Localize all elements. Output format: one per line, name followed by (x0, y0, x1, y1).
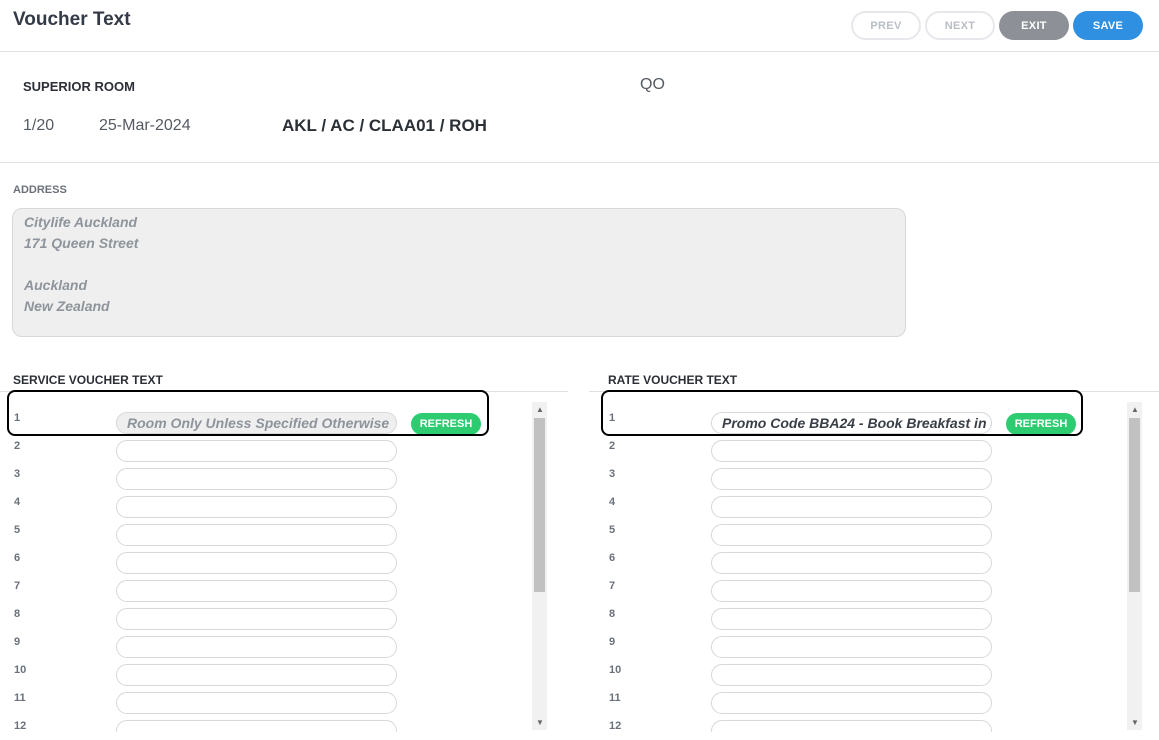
address-label: ADDRESS (13, 184, 67, 196)
row-number: 1 (609, 412, 616, 424)
refresh-button[interactable]: REFRESH (411, 413, 481, 435)
row-number: 4 (609, 496, 616, 508)
rate-voucher-label: RATE VOUCHER TEXT (608, 373, 738, 387)
service-scrollbar[interactable]: ▲ ▼ (532, 402, 547, 730)
address-field: Citylife Auckland 171 Queen Street Auckl… (12, 208, 906, 337)
voucher-text-input[interactable] (711, 636, 992, 658)
room-code: QO (640, 76, 665, 93)
row-number: 3 (14, 468, 21, 480)
row-number: 10 (14, 664, 27, 676)
next-button[interactable]: NEXT (925, 11, 995, 40)
scroll-thumb[interactable] (534, 418, 545, 592)
service-voucher-list: 1 Room Only Unless Specified Otherwise REF… (13, 402, 533, 732)
voucher-text-input[interactable] (711, 608, 992, 630)
prev-button[interactable]: PREV (851, 11, 921, 40)
scroll-thumb[interactable] (1129, 418, 1140, 592)
voucher-text-input[interactable] (116, 468, 397, 490)
row-number: 7 (14, 580, 21, 592)
product-info: SUPERIOR ROOM QO 1/20 25-Mar-2024 AKL / … (0, 52, 1159, 163)
row-number: 11 (14, 692, 26, 704)
exit-button[interactable]: EXIT (999, 11, 1069, 40)
page-title: Voucher Text (13, 9, 131, 30)
voucher-text-input[interactable] (711, 692, 992, 714)
save-button[interactable]: SAVE (1073, 11, 1143, 40)
voucher-text-input[interactable] (711, 468, 992, 490)
address-line: 171 Queen Street (24, 235, 139, 251)
voucher-text-input[interactable] (116, 692, 397, 714)
row-number: 3 (609, 468, 616, 480)
voucher-text-input[interactable] (711, 496, 992, 518)
row-number: 2 (14, 440, 21, 452)
row-number: 6 (609, 552, 616, 564)
row-number: 9 (14, 636, 21, 648)
product-path: AKL / AC / CLAA01 / ROH (282, 116, 487, 135)
scroll-up-icon[interactable]: ▲ (1131, 406, 1139, 414)
voucher-text-input[interactable] (711, 524, 992, 546)
address-line: New Zealand (24, 298, 110, 314)
voucher-text-input[interactable] (116, 496, 397, 518)
voucher-text-input[interactable] (116, 720, 397, 732)
divider (589, 391, 1159, 392)
voucher-text-input[interactable] (711, 552, 992, 574)
row-number: 1 (14, 412, 21, 424)
voucher-text-input[interactable] (116, 636, 397, 658)
voucher-text-input[interactable] (711, 664, 992, 686)
row-number: 5 (14, 524, 21, 536)
scroll-down-icon[interactable]: ▼ (536, 719, 544, 727)
header-bar: Voucher Text PREV NEXT EXIT SAVE (0, 0, 1159, 52)
voucher-text-input[interactable] (116, 552, 397, 574)
room-name: SUPERIOR ROOM (23, 79, 135, 94)
voucher-text-input[interactable]: Promo Code BBA24 - Book Breakfast in adv… (711, 412, 992, 434)
service-voucher-label: SERVICE VOUCHER TEXT (13, 373, 163, 387)
voucher-text-input[interactable] (116, 580, 397, 602)
row-number: 11 (609, 692, 621, 704)
voucher-text-input[interactable] (711, 720, 992, 732)
row-number: 9 (609, 636, 616, 648)
voucher-text-input[interactable] (711, 440, 992, 462)
record-position: 1/20 (23, 117, 55, 134)
row-number: 8 (609, 608, 616, 620)
row-number: 4 (14, 496, 21, 508)
voucher-text-input[interactable] (116, 664, 397, 686)
refresh-button[interactable]: REFRESH (1006, 413, 1076, 435)
rate-scrollbar[interactable]: ▲ ▼ (1127, 402, 1142, 730)
row-number: 5 (609, 524, 616, 536)
voucher-text-input[interactable] (116, 524, 397, 546)
row-number: 12 (14, 720, 27, 732)
row-number: 12 (609, 720, 622, 732)
service-date: 25-Mar-2024 (99, 117, 191, 134)
row-number: 6 (14, 552, 21, 564)
divider (0, 391, 568, 392)
scroll-down-icon[interactable]: ▼ (1131, 719, 1139, 727)
row-number: 2 (609, 440, 616, 452)
voucher-text-input[interactable] (711, 580, 992, 602)
voucher-text-input[interactable] (116, 608, 397, 630)
rate-voucher-list: 1 Promo Code BBA24 - Book Breakfast in ad… (608, 402, 1128, 732)
row-number: 7 (609, 580, 616, 592)
address-line: Auckland (24, 277, 88, 293)
row-number: 10 (609, 664, 622, 676)
address-line: Citylife Auckland (24, 214, 138, 230)
row-number: 8 (14, 608, 21, 620)
scroll-up-icon[interactable]: ▲ (536, 406, 544, 414)
voucher-text-input[interactable]: Room Only Unless Specified Otherwise (116, 412, 397, 434)
voucher-text-input[interactable] (116, 440, 397, 462)
address-line (24, 254, 894, 275)
